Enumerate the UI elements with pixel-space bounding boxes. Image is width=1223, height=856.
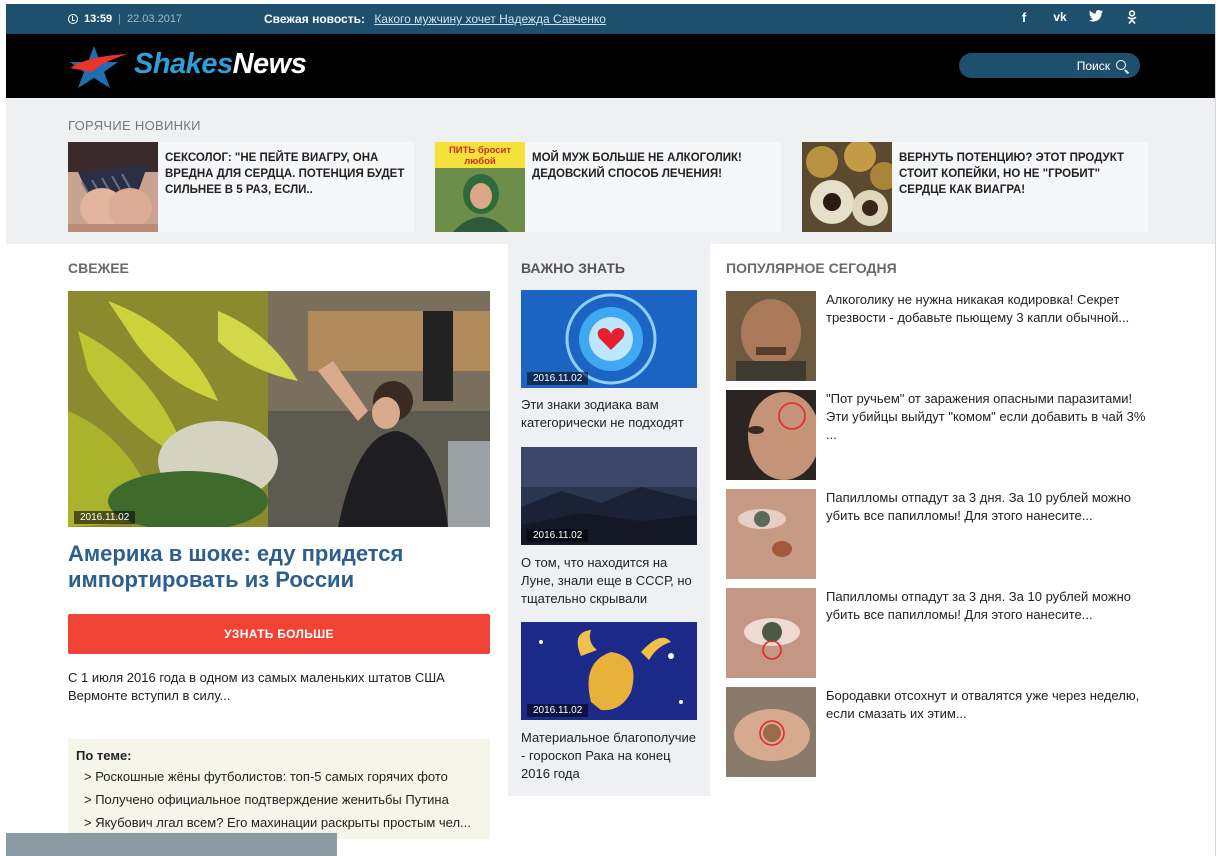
important-section: ВАЖНО ЗНАТЬ 2016.11.02 Эти знаки зодиака… — [508, 244, 710, 796]
fresh-news-label: Свежая новость: — [264, 12, 365, 26]
important-item-caption[interactable]: Эти знаки зодиака вам категорически не п… — [521, 396, 701, 432]
popular-item[interactable]: Папилломы отпадут за 3 дня. За 10 рублей… — [726, 588, 1156, 678]
popular-item-image — [726, 291, 816, 381]
search-button[interactable]: Поиск — [959, 53, 1140, 78]
bottom-overlay-bar[interactable] — [6, 833, 337, 856]
site-header: ShakesNews Поиск — [6, 34, 1215, 98]
main-headline[interactable]: Америка в шоке: еду придется импортирова… — [68, 541, 488, 593]
odnoklassniki-icon[interactable] — [1123, 10, 1141, 27]
page: 13:59 | 22.03.2017 Свежая новость: Каког… — [6, 4, 1215, 856]
fresh-title: СВЕЖЕЕ — [68, 260, 129, 276]
important-title: ВАЖНО ЗНАТЬ — [521, 260, 625, 276]
popular-item[interactable]: Бородавки отсохнут и отвалятся уже через… — [726, 687, 1156, 777]
hot-news-item[interactable]: ПИТЬ бросит любой МОЙ МУЖ БОЛЬШЕ НЕ АЛКО… — [435, 142, 781, 232]
search-label: Поиск — [1076, 58, 1110, 73]
related-link[interactable]: > Якубович лгал всем? Его махинации раск… — [84, 815, 471, 830]
hot-news-text: ВЕРНУТЬ ПОТЕНЦИЮ? ЭТОТ ПРОДУКТ СТОИТ КОП… — [899, 152, 1125, 196]
popular-item-text: Алкоголику не нужна никакая кодировка! С… — [826, 292, 1130, 325]
current-date: 22.03.2017 — [127, 13, 183, 25]
related-link[interactable]: > Роскошные жёны футболистов: топ-5 самы… — [84, 769, 448, 784]
popular-item-image — [726, 390, 816, 480]
current-time: 13:59 — [84, 13, 113, 25]
hot-news-item[interactable]: ВЕРНУТЬ ПОТЕНЦИЮ? ЭТОТ ПРОДУКТ СТОИТ КОП… — [802, 142, 1148, 232]
search-icon — [1116, 59, 1126, 70]
brand-logo[interactable]: ShakesNews — [134, 48, 307, 81]
hot-news-text: СЕКСОЛОГ: "НЕ ПЕЙТЕ ВИАГРУ, ОНА ВРЕДНА Д… — [165, 152, 405, 196]
main-article-photo — [68, 291, 490, 527]
clock: 13:59 | 22.03.2017 — [68, 13, 182, 25]
time-separator: | — [118, 13, 121, 25]
hot-news-text: МОЙ МУЖ БОЛЬШЕ НЕ АЛКОГОЛИК! ДЕДОВСКИЙ С… — [532, 152, 742, 180]
popular-title: ПОПУЛЯРНОЕ СЕГОДНЯ — [726, 260, 897, 276]
hot-news-image — [802, 142, 892, 232]
important-item-image[interactable]: 2016.11.02 — [521, 290, 697, 388]
important-item-caption[interactable]: О том, что находится на Луне, знали еще … — [521, 554, 701, 608]
social-links: f vk — [1015, 10, 1141, 27]
twitter-icon[interactable] — [1087, 10, 1105, 27]
related-title: По теме: — [76, 748, 132, 763]
main-lead-text: С 1 июля 2016 года в одном из самых мале… — [68, 670, 445, 703]
related-link[interactable]: > Получено официальное подтверждение жен… — [84, 792, 449, 807]
popular-item[interactable]: "Пот ручьем" от заражения опасными параз… — [726, 390, 1156, 480]
popular-item-text: Папилломы отпадут за 3 дня. За 10 рублей… — [826, 589, 1131, 622]
brand-news: News — [232, 48, 307, 80]
important-item-image[interactable]: 2016.11.02 — [521, 622, 697, 720]
vk-icon[interactable]: vk — [1051, 10, 1069, 27]
hot-news-image — [68, 142, 158, 232]
right-border — [1215, 4, 1216, 856]
important-item-caption[interactable]: Материальное благополучие - гороскоп Рак… — [521, 729, 701, 783]
logo-star-icon[interactable] — [68, 44, 130, 90]
main-article-image[interactable]: 2016.11.02 — [68, 291, 490, 527]
important-item-date: 2016.11.02 — [527, 529, 589, 542]
popular-item-text: Папилломы отпадут за 3 дня. За 10 рублей… — [826, 490, 1131, 523]
facebook-icon[interactable]: f — [1015, 10, 1033, 27]
read-more-button[interactable]: УЗНАТЬ БОЛЬШЕ — [68, 614, 490, 654]
important-item-image[interactable]: 2016.11.02 — [521, 447, 697, 545]
hot-news-section: ГОРЯЧИЕ НОВИНКИ СЕКСОЛОГ: "НЕ ПЕЙТЕ ВИАГ… — [6, 98, 1215, 244]
popular-item[interactable]: Папилломы отпадут за 3 дня. За 10 рублей… — [726, 489, 1156, 579]
popular-item-text: "Пот ручьем" от заражения опасными параз… — [826, 391, 1146, 442]
clock-icon — [68, 14, 78, 24]
fresh-news: Свежая новость: Какого мужчину хочет Над… — [264, 12, 606, 26]
hot-news-title: ГОРЯЧИЕ НОВИНКИ — [68, 118, 201, 133]
popular-item-image — [726, 588, 816, 678]
popular-item-image — [726, 687, 816, 777]
brand-shakes: Shakes — [134, 48, 233, 80]
fresh-news-link[interactable]: Какого мужчину хочет Надежда Савченко — [374, 12, 606, 26]
hot-news-item[interactable]: СЕКСОЛОГ: "НЕ ПЕЙТЕ ВИАГРУ, ОНА ВРЕДНА Д… — [68, 142, 414, 232]
top-bar: 13:59 | 22.03.2017 Свежая новость: Каког… — [6, 4, 1215, 34]
popular-item-text: Бородавки отсохнут и отвалятся уже через… — [826, 688, 1140, 721]
hot-image-text-line2: любой — [464, 156, 496, 167]
important-item-date: 2016.11.02 — [527, 704, 589, 717]
related-box: По теме: > Роскошные жёны футболистов: т… — [68, 739, 490, 839]
important-item-date: 2016.11.02 — [527, 372, 589, 385]
hot-image-text-line1: ПИТЬ бросит — [449, 145, 511, 156]
hot-news-image: ПИТЬ бросит любой — [435, 142, 525, 232]
popular-item-image — [726, 489, 816, 579]
article-date: 2016.11.02 — [74, 511, 136, 524]
popular-item[interactable]: Алкоголику не нужна никакая кодировка! С… — [726, 291, 1156, 381]
